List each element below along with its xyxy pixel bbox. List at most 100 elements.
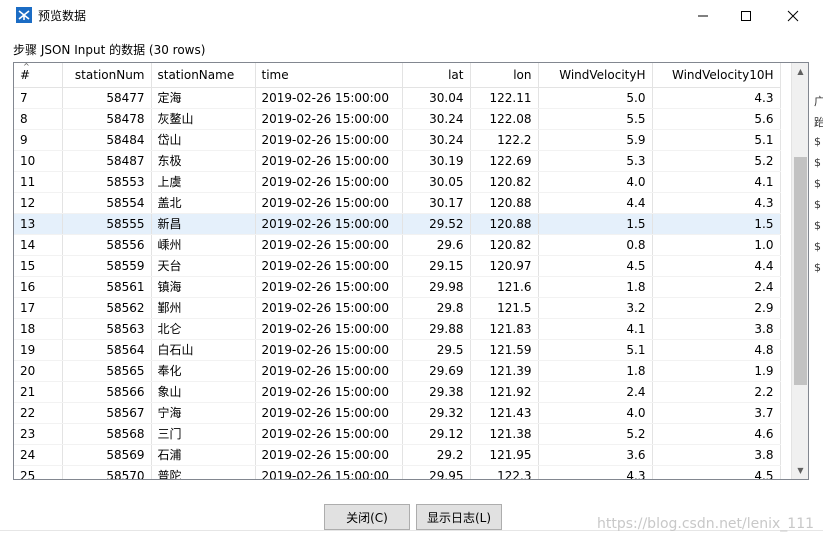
table-row[interactable]: 13 58555 新昌 2019-02-26 15:00:00 29.52 120.88 1…: [14, 213, 781, 235]
minimize-button[interactable]: [680, 0, 726, 31]
table-cell: 2.4: [652, 276, 781, 298]
table-cell: 58565: [62, 360, 152, 382]
table-row[interactable]: 16 58561 镇海 2019-02-26 15:00:00 29.98 121.6 1.…: [14, 276, 781, 298]
table-cell: 30.19: [402, 150, 471, 172]
column-header-lon[interactable]: lon: [470, 63, 539, 88]
window-title: 预览数据: [38, 9, 87, 23]
scroll-down-arrow-icon[interactable]: ▼: [792, 462, 808, 479]
table-cell: 2019-02-26 15:00:00: [255, 276, 403, 298]
table-row[interactable]: 25 58570 普陀 2019-02-26 15:00:00 29.95 122.3 4.…: [14, 465, 781, 479]
table-cell: 120.82: [470, 171, 539, 193]
table-cell: 石浦: [151, 444, 256, 466]
table-row[interactable]: 8 58478 灰鳌山 2019-02-26 15:00:00 30.24 122.08 5…: [14, 108, 781, 130]
show-log-button[interactable]: 显示日志(L): [416, 504, 502, 530]
table-cell: 121.6: [470, 276, 539, 298]
table-row[interactable]: 24 58569 石浦 2019-02-26 15:00:00 29.2 121.95 3.…: [14, 444, 781, 466]
scrollbar-thumb[interactable]: [794, 157, 807, 385]
maximize-button[interactable]: [723, 0, 769, 31]
table-cell: 29.6: [402, 234, 471, 256]
scroll-up-arrow-icon[interactable]: ▲: [792, 63, 808, 80]
table-cell: 122.08: [470, 108, 539, 130]
column-header-stationnum[interactable]: stationNum: [62, 63, 152, 88]
table-cell: 盖北: [151, 192, 256, 214]
table-cell: 10: [14, 150, 63, 172]
table-cell: 58564: [62, 339, 152, 361]
preview-data-window: 预览数据 步骤 JSON Input 的数据 (30 rows) ^ # stati…: [0, 0, 823, 544]
background-glyph: 跆: [814, 116, 823, 129]
column-header-time[interactable]: time: [255, 63, 403, 88]
table-cell: 121.43: [470, 402, 539, 424]
table-cell: 15: [14, 255, 63, 277]
close-window-button[interactable]: [770, 0, 816, 31]
table-cell: 30.05: [402, 171, 471, 193]
table-row[interactable]: 7 58477 定海 2019-02-26 15:00:00 30.04 122.11 5.…: [14, 87, 781, 109]
table-cell: 120.88: [470, 213, 539, 235]
data-grid[interactable]: ^ # stationNum stationName time lat lon WindVel…: [13, 62, 809, 480]
table-cell: 4.5: [652, 465, 781, 479]
background-window-edge: 广跆 $ $ $ $ $ $ $: [812, 93, 823, 303]
vertical-scrollbar[interactable]: ▲ ▼: [791, 63, 808, 479]
table-cell: 121.5: [470, 297, 539, 319]
table-cell: 2019-02-26 15:00:00: [255, 129, 403, 151]
table-cell: 58554: [62, 192, 152, 214]
table-cell: 4.3: [538, 465, 653, 479]
table-row[interactable]: 23 58568 三门 2019-02-26 15:00:00 29.12 121.38 5…: [14, 423, 781, 445]
column-header-windvelocityh[interactable]: WindVelocityH: [538, 63, 653, 88]
data-table-viewport: ^ # stationNum stationName time lat lon WindVel…: [14, 63, 791, 479]
close-button[interactable]: 关闭(C): [324, 504, 410, 530]
column-header-windvelocity10h[interactable]: WindVelocity10H: [652, 63, 781, 88]
table-cell: 22: [14, 402, 63, 424]
table-cell: 2019-02-26 15:00:00: [255, 360, 403, 382]
table-cell: 3.6: [538, 444, 653, 466]
table-cell: 29.15: [402, 255, 471, 277]
table-cell: 58478: [62, 108, 152, 130]
table-cell: 29.32: [402, 402, 471, 424]
title-bar[interactable]: 预览数据: [0, 0, 823, 31]
table-cell: 58561: [62, 276, 152, 298]
table-row[interactable]: 20 58565 奉化 2019-02-26 15:00:00 29.69 121.39 1…: [14, 360, 781, 382]
table-cell: 23: [14, 423, 63, 445]
table-row[interactable]: 12 58554 盖北 2019-02-26 15:00:00 30.17 120.88 4…: [14, 192, 781, 214]
table-cell: 3.7: [652, 402, 781, 424]
table-cell: 58562: [62, 297, 152, 319]
column-header-stationname[interactable]: stationName: [151, 63, 256, 88]
table-cell: 2019-02-26 15:00:00: [255, 255, 403, 277]
table-cell: 7: [14, 87, 63, 109]
table-cell: 北仑: [151, 318, 256, 340]
table-cell: 3.8: [652, 444, 781, 466]
table-cell: 2019-02-26 15:00:00: [255, 213, 403, 235]
table-cell: 4.8: [652, 339, 781, 361]
table-cell: 14: [14, 234, 63, 256]
table-row[interactable]: 15 58559 天台 2019-02-26 15:00:00 29.15 120.97 4…: [14, 255, 781, 277]
table-row[interactable]: 18 58563 北仑 2019-02-26 15:00:00 29.88 121.83 4…: [14, 318, 781, 340]
table-cell: 2.9: [652, 297, 781, 319]
column-header-row-number[interactable]: ^ #: [14, 63, 63, 88]
column-header-lat[interactable]: lat: [402, 63, 471, 88]
table-row[interactable]: 21 58566 象山 2019-02-26 15:00:00 29.38 121.92 2…: [14, 381, 781, 403]
table-cell: 4.0: [538, 171, 653, 193]
table-cell: 普陀: [151, 465, 256, 479]
table-row[interactable]: 22 58567 宁海 2019-02-26 15:00:00 29.32 121.43 4…: [14, 402, 781, 424]
table-cell: 122.69: [470, 150, 539, 172]
table-row[interactable]: 17 58562 鄞州 2019-02-26 15:00:00 29.8 121.5 3.2…: [14, 297, 781, 319]
table-cell: 鄞州: [151, 297, 256, 319]
table-cell: 13: [14, 213, 63, 235]
table-cell: 12: [14, 192, 63, 214]
table-cell: 24: [14, 444, 63, 466]
table-row[interactable]: 14 58556 嵊州 2019-02-26 15:00:00 29.6 120.82 0.…: [14, 234, 781, 256]
table-cell: 58563: [62, 318, 152, 340]
table-row[interactable]: 10 58487 东极 2019-02-26 15:00:00 30.19 122.69 5…: [14, 150, 781, 172]
table-cell: 16: [14, 276, 63, 298]
table-row[interactable]: 9 58484 岱山 2019-02-26 15:00:00 30.24 122.2 5.9…: [14, 129, 781, 151]
table-cell: 镇海: [151, 276, 256, 298]
table-row[interactable]: 11 58553 上虞 2019-02-26 15:00:00 30.05 120.82 4…: [14, 171, 781, 193]
table-cell: 20: [14, 360, 63, 382]
table-cell: 121.95: [470, 444, 539, 466]
table-cell: 29.38: [402, 381, 471, 403]
table-cell: 30.17: [402, 192, 471, 214]
table-cell: 58568: [62, 423, 152, 445]
table-cell: 58559: [62, 255, 152, 277]
table-row[interactable]: 19 58564 白石山 2019-02-26 15:00:00 29.5 121.59 5…: [14, 339, 781, 361]
background-glyph: $: [814, 135, 821, 148]
background-glyph: $: [814, 198, 821, 211]
